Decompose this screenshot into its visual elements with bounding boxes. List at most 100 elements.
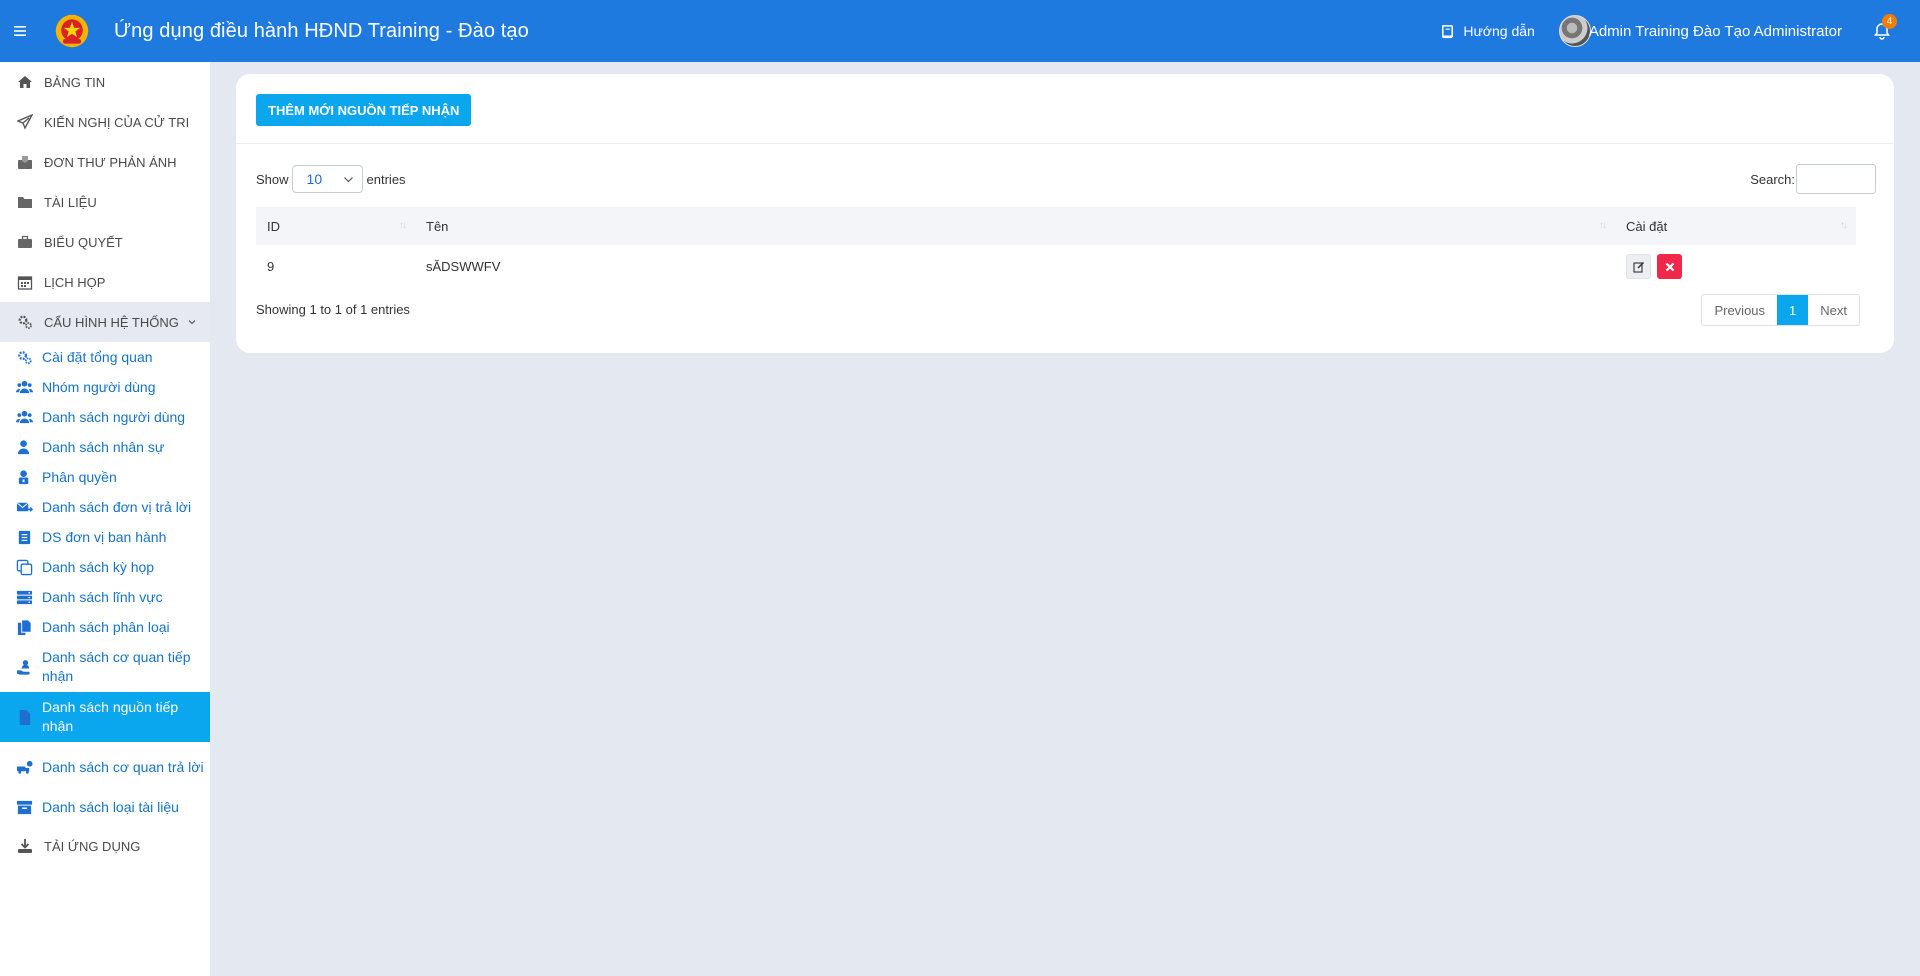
hamburger-icon [14, 26, 26, 36]
column-header-settings[interactable]: Cài đặt ↑↓ [1615, 207, 1856, 245]
sidebar-group-label: CẤU HÌNH HỆ THỐNG [44, 314, 179, 330]
sidebar-subitem-nhan-su[interactable]: Danh sách nhân sự [0, 432, 210, 462]
sidebar-subitem-label: Danh sách kỳ họp [42, 559, 155, 575]
table-row: 9 sĂDSWWFV [256, 245, 1856, 288]
sidebar-subitem-label: Phân quyền [42, 469, 117, 485]
sidebar-subitem-cai-dat[interactable]: Cài đặt tổng quan [0, 342, 210, 372]
notification-badge: 4 [1882, 14, 1897, 29]
search-input[interactable] [1796, 164, 1876, 194]
sidebar-subitem-loai-tai-lieu[interactable]: Danh sách loại tài liệu [0, 792, 210, 822]
sidebar-subitem-linh-vuc[interactable]: Danh sách lĩnh vực [0, 582, 210, 612]
sidebar-subitem-label: Danh sách nguồn tiếp nhận [42, 699, 179, 734]
sidebar-subitem-label: Cài đặt tổng quan [42, 349, 153, 365]
sidebar-subitem-ky-hop[interactable]: Danh sách kỳ họp [0, 552, 210, 582]
clone-icon [14, 558, 34, 576]
edit-button[interactable] [1626, 254, 1651, 279]
sidebar-subitem-label: Nhóm người dùng [42, 379, 156, 395]
chevron-down-icon [343, 176, 353, 182]
user-icon [14, 438, 34, 456]
sidebar-item-kien-nghi[interactable]: KIẾN NGHỊ CỦA CỬ TRI [0, 102, 210, 142]
sidebar-subitem-nhom-nguoi-dung[interactable]: Nhóm người dùng [0, 372, 210, 402]
data-table: ID ↑↓ Tên ↑↓ Cài đặt ↑↓ 9 sĂDSWWFV [256, 207, 1856, 288]
column-header-label: Cài đặt [1626, 218, 1668, 234]
notifications-button[interactable]: 4 [1864, 11, 1900, 51]
archive-icon [14, 798, 34, 816]
sidebar-subitem-phan-quyen[interactable]: Phân quyền [0, 462, 210, 492]
guide-label: Hướng dẫn [1463, 23, 1535, 39]
sidebar-group-cau-hinh[interactable]: CẤU HÌNH HỆ THỐNG [0, 302, 210, 342]
table-footer: Showing 1 to 1 of 1 entries Previous 1 N… [256, 294, 1860, 326]
sidebar-item-label: ĐƠN THƯ PHẢN ÁNH [44, 154, 177, 170]
sidebar-subitem-co-quan-tra-loi[interactable]: Danh sách cơ quan trả lời [0, 742, 210, 792]
sidebar-item-label: BẢNG TIN [44, 74, 106, 90]
sidebar-item-label: TÀI LIỆU [44, 194, 97, 210]
copy-icon [14, 618, 34, 636]
sidebar-item-bang-tin[interactable]: BẢNG TIN [0, 62, 210, 102]
sidebar-subitem-label: Danh sách loại tài liệu [42, 799, 179, 815]
entries-label: entries [366, 171, 406, 187]
sidebar-item-lich-hop[interactable]: LỊCH HỌP [0, 262, 210, 302]
card-header: THÊM MỚI NGUỒN TIẾP NHẬN [236, 74, 1894, 144]
top-bar: Ứng dụng điều hành HĐND Training - Đào t… [0, 0, 1920, 62]
sidebar-subitem-nguon-tiep-nhan[interactable]: Danh sách nguồn tiếp nhận [0, 692, 210, 742]
guide-link[interactable]: Hướng dẫn [1440, 23, 1535, 39]
home-icon [15, 74, 35, 90]
users-icon [14, 378, 34, 396]
cell-name: sĂDSWWFV [426, 259, 501, 274]
gears-icon [15, 314, 35, 330]
sidebar-item-don-thu[interactable]: ĐƠN THƯ PHẢN ÁNH [0, 142, 210, 182]
sidebar-subitem-label: Danh sách nhân sự [42, 439, 165, 455]
show-label: Show [256, 171, 289, 187]
table-header-row: ID ↑↓ Tên ↑↓ Cài đặt ↑↓ [256, 207, 1856, 245]
user-name: Admin Training Đào Tạo Administrator [1588, 22, 1842, 40]
sidebar-item-tai-ung-dung[interactable]: TẢI ỨNG DỤNG [0, 826, 210, 866]
column-header-id[interactable]: ID ↑↓ [256, 207, 415, 245]
sidebar-subitem-label: Danh sách lĩnh vực [42, 589, 163, 605]
pagination-next[interactable]: Next [1808, 295, 1859, 325]
pagination: Previous 1 Next [1701, 294, 1860, 326]
sidebar-subitem-label: Danh sách cơ quan tiếp nhận [42, 649, 191, 684]
sidebar-subitem-don-vi-ban-hanh[interactable]: DS đơn vị ban hành [0, 522, 210, 552]
add-source-button[interactable]: THÊM MỚI NGUỒN TIẾP NHẬN [256, 94, 472, 126]
sidebar-item-label: LỊCH HỌP [44, 274, 106, 290]
pagination-page-1[interactable]: 1 [1777, 295, 1809, 325]
app-title: Ứng dụng điều hành HĐND Training - Đào t… [114, 19, 529, 42]
cogs-icon [14, 348, 34, 366]
menu-toggle-button[interactable] [0, 0, 40, 62]
edit-icon [1632, 261, 1644, 273]
sidebar-subitem-don-vi-tra-loi[interactable]: Danh sách đơn vị trả lời [0, 492, 210, 522]
sidebar-item-label: BIỂU QUYẾT [44, 234, 123, 250]
document-list-icon [14, 528, 34, 546]
search-control: Search: [1750, 164, 1876, 194]
entries-value: 10 [306, 171, 323, 187]
emblem-logo[interactable] [52, 11, 92, 51]
entries-select[interactable]: 10 [291, 165, 363, 193]
pagination-previous[interactable]: Previous [1702, 295, 1777, 325]
download-icon [15, 838, 35, 854]
sidebar-subitem-phan-loai[interactable]: Danh sách phân loại [0, 612, 210, 642]
inbox-icon [15, 154, 35, 170]
sidebar-subitem-co-quan-tiep-nhan[interactable]: Danh sách cơ quan tiếp nhận [0, 642, 210, 692]
paper-plane-icon [15, 114, 35, 130]
folder-icon [15, 194, 35, 210]
sidebar-item-tai-lieu[interactable]: TÀI LIỆU [0, 182, 210, 222]
chevron-down-icon [188, 320, 196, 325]
content-card: THÊM MỚI NGUỒN TIẾP NHẬN Show 10 entries… [236, 74, 1894, 353]
book-icon [1442, 24, 1454, 38]
sidebar: BẢNG TIN KIẾN NGHỊ CỦA CỬ TRI ĐƠN THƯ PH… [0, 62, 210, 976]
close-icon [1665, 262, 1674, 271]
delete-button[interactable] [1657, 254, 1682, 279]
table-info: Showing 1 to 1 of 1 entries [256, 302, 410, 317]
user-menu[interactable]: Admin Training Đào Tạo Administrator [1558, 15, 1842, 47]
sidebar-item-bieu-quyet[interactable]: BIỂU QUYẾT [0, 222, 210, 262]
column-header-label: ID [267, 218, 280, 234]
sidebar-subitem-danh-sach-nguoi-dung[interactable]: Danh sách người dùng [0, 402, 210, 432]
cell-id: 9 [267, 259, 275, 274]
sort-icon: ↑↓ [1599, 220, 1607, 231]
column-header-name[interactable]: Tên ↑↓ [415, 207, 1615, 245]
sidebar-subitem-label: Danh sách đơn vị trả lời [42, 499, 192, 515]
sort-icon: ↑↓ [1840, 220, 1848, 231]
sidebar-item-label: TẢI ỨNG DỤNG [44, 838, 141, 854]
sidebar-subitem-label: Danh sách cơ quan trả lời [42, 758, 204, 775]
cell-actions [1615, 245, 1856, 288]
